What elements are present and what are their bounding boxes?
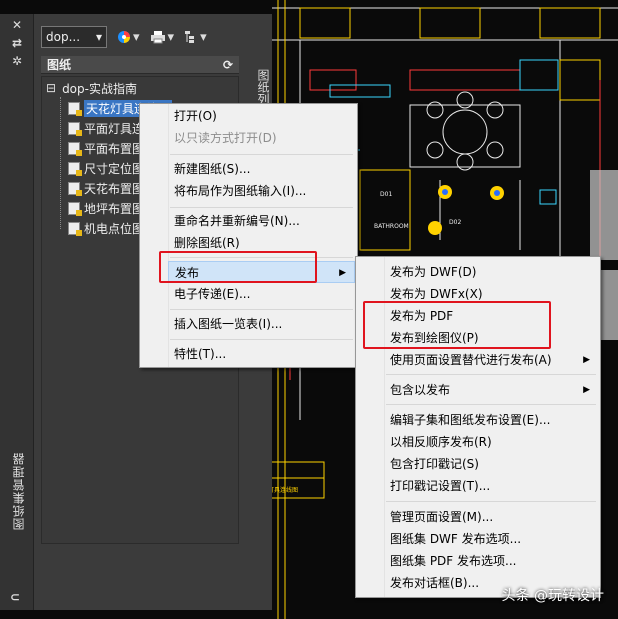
sheet-item[interactable]: 天花布置图 [68,179,144,197]
menu-separator [170,257,353,258]
menu-item-dwf-publish-options[interactable]: 图纸集 DWF 发布选项... [384,528,598,550]
sheet-set-select[interactable]: dop... ▾ [41,26,107,48]
menu-item-remove-sheet[interactable]: 删除图纸(R) [168,232,355,254]
color-wheel-icon[interactable]: ▾ [117,30,140,45]
menu-item-pdf-publish-options[interactable]: 图纸集 PDF 发布选项... [384,550,598,572]
menu-item-include-for-publish[interactable]: 包含以发布 ▶ [384,379,598,401]
menu-separator [170,339,353,340]
auto-hide-icon[interactable]: ⇄ [12,36,22,50]
chevron-down-icon: ▾ [95,30,102,44]
menu-item-reverse-order[interactable]: 以相反顺序发布(R) [384,431,598,453]
door-tag-d02: D02 [449,219,461,226]
menu-separator [170,309,353,310]
menu-item-publish-plotter[interactable]: 发布到绘图仪(P) [384,327,598,349]
menu-item-rename-renumber[interactable]: 重命名并重新编号(N)... [168,210,355,232]
menu-item-import-layout[interactable]: 将布局作为图纸输入(I)... [168,180,355,202]
menu-item-etransmit[interactable]: 电子传递(E)... [168,283,355,305]
submenu-arrow-icon: ▶ [583,385,590,395]
palette-title: 图纸集管理器 [12,452,26,530]
menu-gutter [140,104,169,367]
palette-grip-icon[interactable]: ⊂ [10,590,20,604]
sheet-item[interactable]: 机电点位图 [68,219,144,237]
sheet-item-label: 天花布置图 [84,181,145,196]
submenu-arrow-icon: ▶ [583,355,590,365]
menu-item-page-setup-override[interactable]: 使用页面设置替代进行发布(A) ▶ [384,349,598,371]
sheet-icon [68,221,82,236]
menu-item-manage-page-setups[interactable]: 管理页面设置(M)... [384,506,598,528]
menu-separator [386,501,596,502]
sheet-item-label: 地坪布置图 [84,201,145,216]
room-label: BATHROOM [374,223,409,230]
menu-item-include-for-publish-label: 包含以发布 [390,383,451,397]
menu-item-properties[interactable]: 特性(T)... [168,343,355,365]
sheet-set-icon: ⊟ [46,81,57,95]
menu-separator [386,374,596,375]
menu-item-page-setup-override-label: 使用页面设置替代进行发布(A) [390,353,552,367]
menu-item-publish-dwfx[interactable]: 发布为 DWFx(X) [384,283,598,305]
menu-item-include-plot-stamp[interactable]: 包含打印戳记(S) [384,453,598,475]
palette-title-strip: ✕ ⇄ ✲ 图纸集管理器 ⊂ [0,14,34,610]
sheet-context-menu: 打开(O) 以只读方式打开(D) 新建图纸(S)... 将布局作为图纸输入(I)… [139,103,358,368]
organize-icon[interactable]: ▾ [184,30,207,45]
door-tag-d01: D01 [380,191,392,198]
menu-item-open[interactable]: 打开(O) [168,105,355,127]
menu-gutter [356,257,385,597]
sheet-icon [68,181,82,196]
sheet-icon [68,101,82,116]
refresh-icon[interactable]: ⟳ [223,58,233,72]
settings-icon[interactable]: ✲ [12,54,22,68]
sheet-icon [68,201,82,216]
sheet-item-label: 平面布置图 [84,141,145,156]
sheet-item-label: 尺寸定位图 [84,161,145,176]
palette-toolbar: dop... ▾ ▾ ▾ ▾ [41,24,207,50]
tree-root-label: dop-实战指南 [62,81,137,96]
printer-icon[interactable]: ▾ [150,30,174,45]
watermark: 头条 @玩转设计 [501,588,604,604]
menu-item-publish-label: 发布 [175,266,200,280]
menu-item-publish[interactable]: 发布 ▶ [168,261,355,283]
menu-separator [170,154,353,155]
sheets-header-label: 图纸 [47,58,72,72]
sheet-item[interactable]: 地坪布置图 [68,199,144,217]
menu-item-plot-stamp-settings[interactable]: 打印戳记设置(T)... [384,475,598,497]
sheet-item-label: 机电点位图 [84,221,145,236]
menu-item-new-sheet[interactable]: 新建图纸(S)... [168,158,355,180]
tree-connector [60,97,61,229]
sheet-item[interactable]: 平面布置图 [68,139,144,157]
sheet-item[interactable]: 尺寸定位图 [68,159,144,177]
sheets-section-header: 图纸 ⟳ [41,56,239,74]
menu-item-insert-sheet-list[interactable]: 插入图纸一览表(I)... [168,313,355,335]
submenu-arrow-icon: ▶ [339,268,346,278]
sheet-icon [68,141,82,156]
menu-item-edit-subset-publish[interactable]: 编辑子集和图纸发布设置(E)... [384,409,598,431]
menu-separator [170,207,353,208]
sheet-icon [68,121,82,136]
sheet-icon [68,161,82,176]
sheet-set-select-value: dop... [46,30,81,44]
menu-separator [386,404,596,405]
menu-item-open-readonly[interactable]: 以只读方式打开(D) [168,127,355,149]
close-icon[interactable]: ✕ [12,18,22,32]
publish-submenu: 发布为 DWF(D) 发布为 DWFx(X) 发布为 PDF 发布到绘图仪(P)… [355,256,601,598]
menu-item-publish-dwf[interactable]: 发布为 DWF(D) [384,261,598,283]
menu-item-publish-pdf[interactable]: 发布为 PDF [384,305,598,327]
tree-root[interactable]: ⊟ dop-实战指南 [46,79,137,97]
